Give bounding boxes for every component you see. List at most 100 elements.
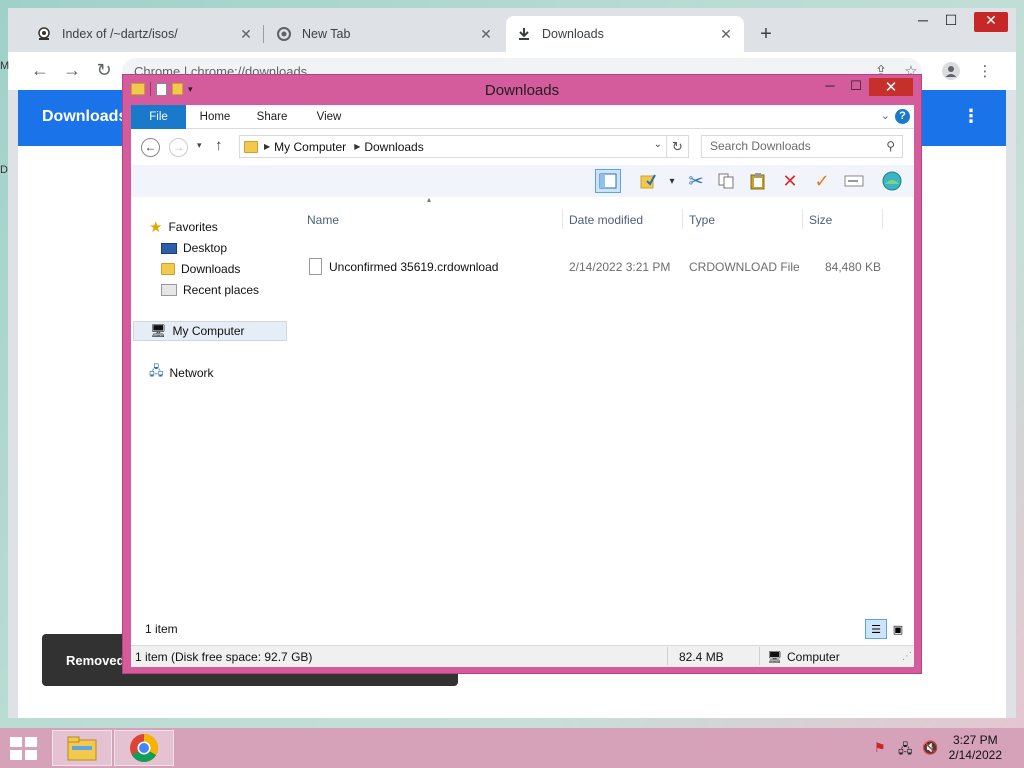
details-view-icon[interactable]: ☰ [865, 619, 887, 639]
clock-time: 3:27 PM [952, 733, 998, 747]
column-header-size[interactable]: Size [803, 209, 883, 231]
tab-index-of-isos[interactable]: Index of /~dartz/isos/ ✕ [26, 16, 264, 52]
status-bar: 1 item (Disk free space: 92.7 GB) 82.4 M… [131, 645, 914, 667]
column-header-name[interactable]: Name [301, 209, 563, 231]
refresh-icon[interactable]: ↻ [666, 136, 688, 157]
address-bar[interactable]: ▶ My Computer ▶ Downloads ⌄ ↻ [239, 135, 689, 158]
explorer-window: ▾ Downloads ─ ☐ ✕ File Home Share View ⌄… [122, 74, 922, 674]
taskbar: ⚑ 🖧 🔇 3:27 PM 2/14/2022 [0, 728, 1024, 768]
file-row[interactable]: Unconfirmed 35619.crdownload 2/14/2022 3… [309, 257, 889, 277]
network-globe-icon[interactable] [879, 169, 905, 193]
downloads-folder-icon [244, 140, 258, 153]
nav-favorites[interactable]: ★ Favorites [149, 217, 218, 237]
preview-pane-icon[interactable] [595, 169, 621, 193]
nav-label: Favorites [168, 220, 218, 234]
explorer-client: File Home Share View ⌄ ? ← → ▾ ↑ ▶ My Co… [131, 105, 914, 667]
new-tab-button[interactable]: + [756, 24, 776, 44]
nav-downloads[interactable]: Downloads [161, 259, 240, 279]
nav-network[interactable]: 🖧 Network [149, 363, 214, 383]
rename-field-icon[interactable] [841, 169, 867, 193]
file-date: 2/14/2022 3:21 PM [569, 260, 671, 274]
ribbon-tabs: File Home Share View ⌄ ? [131, 105, 914, 129]
address-dropdown-icon[interactable]: ⌄ [654, 139, 662, 150]
copy-icon[interactable] [713, 169, 739, 193]
recent-locations-icon[interactable]: ▾ [197, 140, 202, 151]
action-center-flag-icon[interactable]: ⚑ [874, 740, 886, 756]
page-title: Downloads [42, 108, 128, 125]
ribbon-tab-file[interactable]: File [131, 105, 186, 129]
menu-kebab-icon[interactable]: ⋮ [974, 62, 996, 80]
tab-close-icon[interactable]: ✕ [478, 26, 494, 43]
network-tray-icon[interactable]: 🖧 [898, 740, 913, 762]
tab-close-icon[interactable]: ✕ [238, 26, 254, 43]
command-bar: ▾ ✂ ✕ ✓ [131, 165, 914, 197]
clock[interactable]: 3:27 PM 2/14/2022 [949, 733, 1002, 763]
forward-arrow-icon[interactable]: → [62, 60, 82, 81]
rename-check-icon[interactable]: ✓ [809, 169, 835, 193]
taskbar-file-explorer[interactable] [52, 730, 112, 766]
breadcrumb-arrow-icon[interactable]: ▶ [264, 142, 270, 151]
select-dropdown-icon[interactable]: ▾ [659, 169, 685, 193]
resize-grip-icon[interactable]: ⋰ [902, 651, 912, 662]
tab-strip: Index of /~dartz/isos/ ✕ New Tab ✕ Downl… [8, 8, 1016, 52]
edge-text-fragment: D [0, 164, 8, 176]
maximize-button[interactable]: ☐ [843, 78, 869, 96]
nav-desktop[interactable]: Desktop [161, 238, 227, 258]
divider [667, 647, 668, 665]
sort-caret-icon: ▴ [427, 195, 432, 204]
maximize-button[interactable]: ☐ [936, 12, 966, 32]
nav-label: My Computer [172, 324, 245, 338]
file-icon [309, 258, 322, 275]
window-title: Downloads [484, 82, 560, 99]
divider [759, 647, 760, 665]
nav-my-computer[interactable]: 🖥 My Computer [133, 321, 287, 341]
file-explorer-icon [67, 736, 97, 761]
volume-muted-icon[interactable]: 🔇 [922, 740, 938, 756]
nav-recent-places[interactable]: Recent places [161, 280, 259, 300]
computer-icon: 🖥 [150, 323, 167, 338]
close-window-button[interactable]: ✕ [974, 12, 1008, 32]
tab-new-tab[interactable]: New Tab ✕ [266, 16, 504, 52]
ribbon-tab-share[interactable]: Share [251, 105, 293, 129]
back-arrow-icon[interactable]: ← [30, 60, 50, 81]
breadcrumb-arrow-icon[interactable]: ▶ [354, 142, 360, 151]
close-window-button[interactable]: ✕ [869, 78, 913, 96]
address-row: ← → ▾ ↑ ▶ My Computer ▶ Downloads ⌄ ↻ Se… [131, 131, 914, 163]
forward-arrow-icon[interactable]: → [169, 138, 188, 157]
status-disk-free: 1 item (Disk free space: 92.7 GB) [135, 650, 313, 664]
column-header-type[interactable]: Type [683, 209, 803, 231]
help-icon[interactable]: ? [895, 109, 910, 124]
nav-label: Network [169, 366, 214, 380]
star-icon: ★ [149, 219, 163, 236]
status-location: Computer [787, 650, 840, 664]
search-input[interactable]: Search Downloads ⚲ [701, 135, 903, 158]
desktop-icon [161, 242, 177, 254]
taskbar-chrome[interactable] [114, 730, 174, 766]
profile-avatar-icon[interactable] [940, 62, 962, 84]
search-placeholder: Search Downloads [710, 139, 811, 153]
expand-ribbon-icon[interactable]: ⌄ [881, 109, 890, 122]
ribbon-tab-view[interactable]: View [309, 105, 349, 129]
up-arrow-icon[interactable]: ↑ [215, 137, 223, 154]
delete-icon[interactable]: ✕ [777, 169, 803, 193]
select-items-icon[interactable] [635, 169, 661, 193]
computer-icon: 🖥 [767, 650, 783, 664]
minimize-button[interactable]: ─ [817, 78, 843, 96]
column-header-date-modified[interactable]: Date modified [563, 209, 683, 231]
ribbon-tab-home[interactable]: Home [193, 105, 237, 129]
back-arrow-icon[interactable]: ← [141, 138, 160, 157]
network-icon: 🖧 [149, 363, 164, 378]
navigation-pane: ★ Favorites Desktop Downloads Recent pla… [131, 199, 291, 639]
cut-icon[interactable]: ✂ [683, 169, 709, 193]
downloads-menu-icon[interactable]: ⋮ [962, 106, 980, 127]
breadcrumb-downloads[interactable]: Downloads [364, 140, 423, 154]
tab-title: Downloads [542, 27, 604, 41]
minimize-button[interactable]: ─ [908, 12, 938, 32]
paste-icon[interactable] [745, 169, 771, 193]
reload-icon[interactable]: ↻ [94, 60, 114, 81]
large-icons-view-icon[interactable]: ▣ [887, 619, 909, 639]
tab-downloads[interactable]: Downloads ✕ [506, 16, 744, 52]
breadcrumb-my-computer[interactable]: My Computer [274, 140, 346, 154]
tab-close-icon[interactable]: ✕ [718, 26, 734, 43]
start-button[interactable] [10, 737, 38, 761]
